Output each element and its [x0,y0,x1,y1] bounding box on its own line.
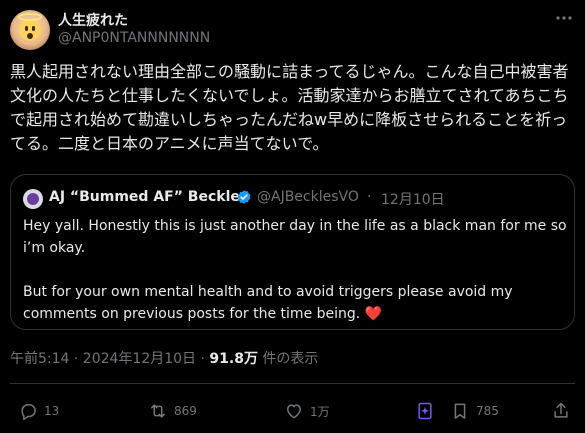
quoted-author-name[interactable]: AJ “Bummed AF” Beckles [49,189,248,205]
quoted-date[interactable]: 12月10日 [381,189,445,209]
retweet-icon [151,404,165,418]
quoted-author-handle[interactable]: @AJBecklesVO [257,189,359,205]
retweet-count: 869 [174,404,197,418]
quoted-paragraph-1: Hey yall. Honestly this is just another … [23,218,567,256]
view-count: 91.8万 [209,351,258,367]
tweet-text: 黒人起用されない理由全部この騒動に詰まってるじゃん。こんな自己中被害者文化の人た… [10,62,569,153]
verified-badge-icon [237,190,251,204]
tweet-header: 人生疲れた @ANP0NTANNNNNNN [8,8,575,50]
quoted-text: Hey yall. Honestly this is just another … [23,215,568,347]
divider [10,383,575,384]
share-icon [554,402,568,418]
heart-icon [287,404,301,419]
reply-count: 13 [44,404,60,418]
tweet-timestamp[interactable]: 午前5:14 · 2024年12月10日 · [10,351,209,367]
separator-dot: · [367,189,372,205]
like-button[interactable]: 1万 [284,400,330,422]
reply-icon [21,404,36,420]
reply-button[interactable]: 13 [18,400,59,422]
retweet-button[interactable]: 869 [148,400,197,422]
author-display-name[interactable]: 人生疲れた [58,10,128,30]
avatar-emoji [19,19,41,41]
more-options-icon[interactable] [553,8,575,28]
share-button[interactable] [551,400,577,422]
tweet-meta: 午前5:14 · 2024年12月10日 · 91.8万 件の表示 [10,348,318,368]
bookmark-button[interactable]: 785 [450,400,499,422]
red-heart-emoji: ❤️ [364,306,383,322]
quoted-author-avatar[interactable] [23,189,43,209]
quoted-paragraph-2: But for your own mental health and to av… [23,281,568,325]
author-handle[interactable]: @ANP0NTANNNNNNN [58,30,210,46]
view-label: 件の表示 [257,351,319,367]
grok-icon [418,402,432,420]
grok-button[interactable] [415,400,441,422]
bookmark-count: 785 [476,404,499,418]
bookmark-icon [454,403,466,419]
quoted-tweet[interactable]: AJ “Bummed AF” Beckles @AJBecklesVO · 12… [10,174,575,330]
like-count: 1万 [310,404,330,419]
action-bar: 13 869 1万 785 [0,394,585,430]
quoted-paragraph-2-text: But for your own mental health and to av… [23,284,513,322]
author-avatar[interactable] [10,10,50,50]
